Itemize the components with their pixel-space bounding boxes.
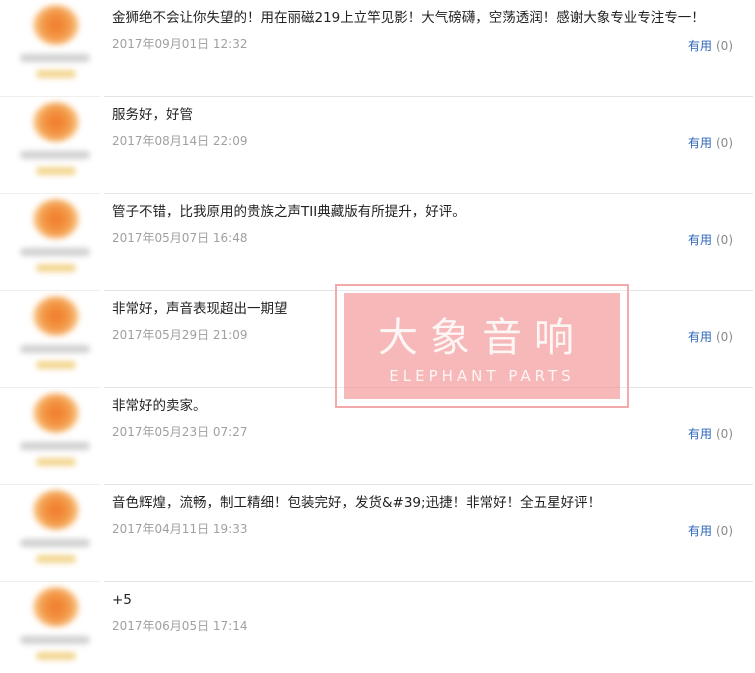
- useful-count: (0): [716, 330, 733, 344]
- review-list: 金狮绝不会让你失望的！用在丽磁219上立竿见影！大气磅礴，空荡透润！感谢大象专业…: [0, 0, 755, 673]
- reviewer-name-blurred: [20, 442, 90, 450]
- reviewer-name-blurred: [20, 54, 90, 62]
- review-date: 2017年08月14日 22:09: [112, 134, 248, 148]
- avatar: [33, 393, 79, 433]
- reviewer-info: [0, 291, 104, 387]
- reviewer-info: [0, 582, 104, 673]
- reviewer-name-blurred: [20, 248, 90, 256]
- useful-button[interactable]: 有用: [688, 136, 712, 150]
- useful-vote[interactable]: 有用 (0): [688, 329, 733, 345]
- watermark-title: 大象音响: [378, 315, 586, 361]
- review-text: 管子不错，比我原用的贵族之声TII典藏版有所提升，好评。: [112, 204, 466, 220]
- avatar: [33, 490, 79, 530]
- watermark-logo: 大象音响 ELEPHANT PARTS: [335, 284, 629, 408]
- reviewer-level-blurred: [36, 167, 76, 175]
- useful-button[interactable]: 有用: [688, 330, 712, 344]
- useful-count: (0): [716, 524, 733, 538]
- review-item: 服务好，好管 2017年08月14日 22:09 有用 (0): [0, 97, 755, 194]
- reviewer-name-blurred: [20, 636, 90, 644]
- reviewer-name-blurred: [20, 539, 90, 547]
- watermark-subtitle: ELEPHANT PARTS: [389, 367, 575, 385]
- useful-vote[interactable]: 有用 (0): [688, 523, 733, 539]
- watermark-panel: 大象音响 ELEPHANT PARTS: [344, 293, 620, 399]
- reviewer-info: [0, 194, 104, 290]
- useful-count: (0): [716, 427, 733, 441]
- review-text: 金狮绝不会让你失望的！用在丽磁219上立竿见影！大气磅礴，空荡透润！感谢大象专业…: [112, 10, 705, 26]
- useful-count: (0): [716, 136, 733, 150]
- reviewer-level-blurred: [36, 264, 76, 272]
- review-item: 金狮绝不会让你失望的！用在丽磁219上立竿见影！大气磅礴，空荡透润！感谢大象专业…: [0, 0, 755, 97]
- avatar: [33, 587, 79, 627]
- review-item: 音色辉煌，流畅，制工精细！包装完好，发货&#39;迅捷！非常好！全五星好评！ 2…: [0, 485, 755, 582]
- reviewer-level-blurred: [36, 555, 76, 563]
- review-date: 2017年05月07日 16:48: [112, 231, 248, 245]
- useful-vote[interactable]: 有用 (0): [688, 38, 733, 54]
- review-text: 服务好，好管: [112, 107, 193, 123]
- reviewer-level-blurred: [36, 458, 76, 466]
- review-text: 音色辉煌，流畅，制工精细！包装完好，发货&#39;迅捷！非常好！全五星好评！: [112, 495, 602, 511]
- reviewer-name-blurred: [20, 151, 90, 159]
- reviewer-info: [0, 97, 104, 193]
- review-item: +5 2017年06月05日 17:14: [0, 582, 755, 673]
- reviewer-name-blurred: [20, 345, 90, 353]
- useful-button[interactable]: 有用: [688, 427, 712, 441]
- review-date: 2017年05月23日 07:27: [112, 425, 248, 439]
- reviewer-info: [0, 485, 104, 581]
- review-date: 2017年06月05日 17:14: [112, 619, 248, 633]
- avatar: [33, 199, 79, 239]
- reviewer-level-blurred: [36, 361, 76, 369]
- avatar: [33, 102, 79, 142]
- reviewer-info: [0, 388, 104, 484]
- avatar: [33, 5, 79, 45]
- reviewer-level-blurred: [36, 70, 76, 78]
- useful-button[interactable]: 有用: [688, 524, 712, 538]
- useful-vote[interactable]: 有用 (0): [688, 135, 733, 151]
- useful-count: (0): [716, 39, 733, 53]
- useful-vote[interactable]: 有用 (0): [688, 232, 733, 248]
- review-date: 2017年04月11日 19:33: [112, 522, 248, 536]
- reviewer-info: [0, 0, 104, 96]
- useful-button[interactable]: 有用: [688, 233, 712, 247]
- useful-button[interactable]: 有用: [688, 39, 712, 53]
- reviewer-level-blurred: [36, 652, 76, 660]
- review-item: 管子不错，比我原用的贵族之声TII典藏版有所提升，好评。 2017年05月07日…: [0, 194, 755, 291]
- useful-vote[interactable]: 有用 (0): [688, 426, 733, 442]
- review-text: +5: [112, 592, 132, 608]
- useful-count: (0): [716, 233, 733, 247]
- review-date: 2017年09月01日 12:32: [112, 37, 248, 51]
- avatar: [33, 296, 79, 336]
